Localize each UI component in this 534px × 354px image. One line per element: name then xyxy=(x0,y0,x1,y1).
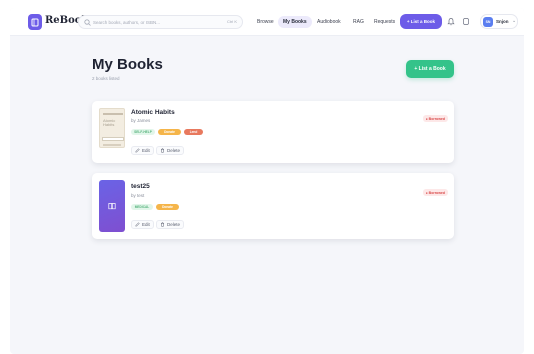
delete-label: Delete xyxy=(167,222,181,227)
nav-my-books[interactable]: My Books xyxy=(278,16,312,28)
edit-label: Edit xyxy=(142,148,150,153)
nav-rag[interactable]: RAG xyxy=(348,16,369,28)
page-title: My Books xyxy=(92,56,163,73)
bell-icon[interactable] xyxy=(447,17,455,26)
borrowed-badge: ● Borrowed xyxy=(422,115,448,122)
pencil-icon xyxy=(135,148,140,153)
book-cover-placeholder xyxy=(99,180,125,232)
edit-button[interactable]: Edit xyxy=(131,146,154,155)
lend-badge: Lend xyxy=(184,129,203,135)
status-badge: Donate xyxy=(158,129,181,135)
book-open-icon xyxy=(108,203,116,210)
book-card[interactable]: test25 by test MEDICAL Donate Edit Delet… xyxy=(92,173,454,239)
delete-button[interactable]: Delete xyxy=(156,146,185,155)
delete-label: Delete xyxy=(167,148,181,153)
delete-button[interactable]: Delete xyxy=(156,220,185,229)
top-navbar: ReBook Ctrl K Browse My Books Audiobook … xyxy=(10,8,524,36)
nav-requests[interactable]: Requests xyxy=(369,16,400,28)
nav-audiobook[interactable]: Audiobook xyxy=(312,16,346,28)
page-subtitle: 2 books listed xyxy=(92,76,120,81)
app-page: ReBook Ctrl K Browse My Books Audiobook … xyxy=(10,8,524,354)
search-icon xyxy=(84,19,91,26)
trash-icon xyxy=(161,148,164,153)
trash-icon xyxy=(161,222,164,227)
genre-badge: MEDICAL xyxy=(131,204,153,210)
book-cover: Atomic Habits xyxy=(99,108,125,148)
borrowed-badge: ● Borrowed xyxy=(422,189,448,196)
status-badge: Donate xyxy=(156,204,179,210)
avatar: SN xyxy=(483,17,493,27)
chevron-down-icon: ⌄ xyxy=(512,18,517,24)
edit-button[interactable]: Edit xyxy=(131,220,154,229)
list-book-button[interactable]: + List a Book xyxy=(406,60,454,78)
nav-browse[interactable]: Browse xyxy=(252,16,279,28)
list-book-header-button[interactable]: + List a Book xyxy=(400,14,442,29)
user-name: Snjon xyxy=(496,19,509,24)
book-title[interactable]: test25 xyxy=(131,183,150,190)
info-icon[interactable] xyxy=(462,17,470,26)
book-icon[interactable] xyxy=(28,14,42,30)
pencil-icon xyxy=(135,222,140,227)
genre-badge: SELF-HELP xyxy=(131,129,155,135)
user-menu[interactable]: SN Snjon ⌄ xyxy=(480,14,518,29)
cover-title: Atomic Habits xyxy=(103,118,116,127)
book-author: by test xyxy=(131,193,145,198)
book-author: by James xyxy=(131,118,151,123)
edit-label: Edit xyxy=(142,222,150,227)
book-title[interactable]: Atomic Habits xyxy=(131,109,175,116)
search-shortcut: Ctrl K xyxy=(227,19,237,24)
search-input[interactable] xyxy=(93,16,211,28)
search-bar[interactable]: Ctrl K xyxy=(78,15,243,29)
book-card[interactable]: Atomic Habits Atomic Habits by James SEL… xyxy=(92,101,454,163)
